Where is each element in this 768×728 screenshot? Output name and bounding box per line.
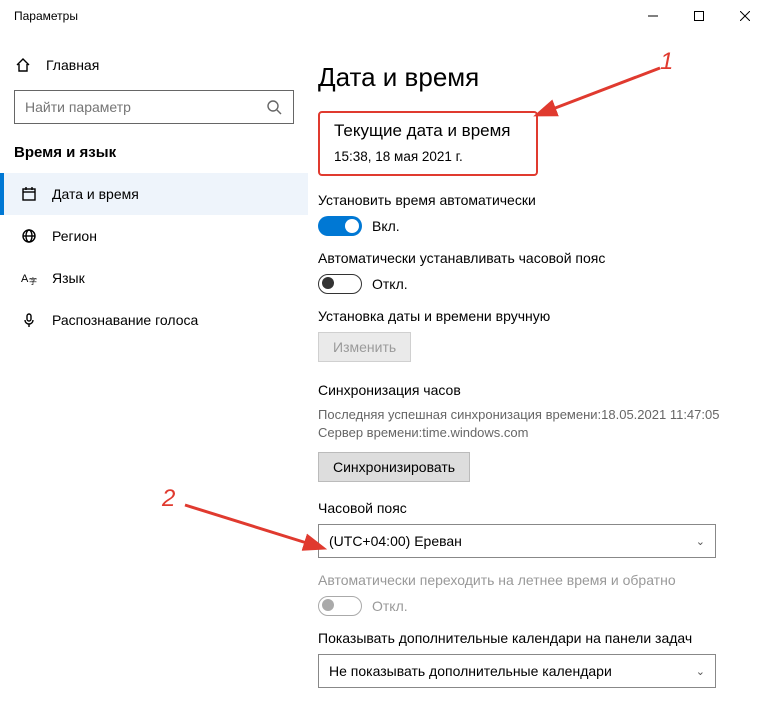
current-datetime-value: 15:38, 18 мая 2021 г. xyxy=(334,149,522,164)
sidebar-home[interactable]: Главная xyxy=(0,46,308,84)
sidebar-section-title: Время и язык xyxy=(0,138,308,173)
timezone-value: (UTC+04:00) Ереван xyxy=(329,533,462,549)
auto-time-label: Установить время автоматически xyxy=(318,192,738,208)
timezone-select[interactable]: (UTC+04:00) Ереван ⌄ xyxy=(318,524,716,558)
auto-time-block: Установить время автоматически Вкл. xyxy=(318,192,738,236)
search-input-wrap[interactable] xyxy=(14,90,294,124)
chevron-down-icon: ⌄ xyxy=(696,665,705,678)
globe-icon xyxy=(20,227,38,245)
manual-label: Установка даты и времени вручную xyxy=(318,308,738,324)
timezone-block: Часовой пояс (UTC+04:00) Ереван ⌄ xyxy=(318,500,738,558)
home-icon xyxy=(14,56,32,74)
search-icon xyxy=(265,98,283,116)
auto-tz-toggle[interactable] xyxy=(318,274,362,294)
dst-toggle xyxy=(318,596,362,616)
extra-calendars-label: Показывать дополнительные календари на п… xyxy=(318,630,738,646)
timezone-title: Часовой пояс xyxy=(318,500,738,516)
sidebar-home-label: Главная xyxy=(46,57,99,73)
extra-calendars-select[interactable]: Не показывать дополнительные календари ⌄ xyxy=(318,654,716,688)
dst-block: Автоматически переходить на летнее время… xyxy=(318,572,738,616)
window-controls xyxy=(630,0,768,32)
sidebar-item-label: Дата и время xyxy=(52,186,139,202)
extra-calendars-value: Не показывать дополнительные календари xyxy=(329,663,612,679)
svg-text:A: A xyxy=(21,273,29,285)
svg-text:字: 字 xyxy=(29,276,37,286)
auto-time-state: Вкл. xyxy=(372,218,400,234)
microphone-icon xyxy=(20,311,38,329)
auto-time-toggle[interactable] xyxy=(318,216,362,236)
sync-last: Последняя успешная синхронизация времени… xyxy=(318,406,738,424)
sidebar-item-label: Распознавание голоса xyxy=(52,312,198,328)
sync-title: Синхронизация часов xyxy=(318,382,738,398)
auto-tz-block: Автоматически устанавливать часовой пояс… xyxy=(318,250,738,294)
sidebar-item-label: Регион xyxy=(52,228,97,244)
sync-now-button[interactable]: Синхронизировать xyxy=(318,452,470,482)
window-title: Параметры xyxy=(14,9,78,23)
sidebar: Главная Время и язык Дата и время Регио xyxy=(0,32,308,728)
manual-block: Установка даты и времени вручную Изменит… xyxy=(318,308,738,362)
extra-calendars-block: Показывать дополнительные календари на п… xyxy=(318,630,738,688)
sync-server: Сервер времени:time.windows.com xyxy=(318,424,738,442)
main-panel: Дата и время Текущие дата и время 15:38,… xyxy=(308,32,768,728)
language-icon: A字 xyxy=(20,269,38,287)
sidebar-item-label: Язык xyxy=(52,270,85,286)
chevron-down-icon: ⌄ xyxy=(696,535,705,548)
calendar-icon xyxy=(20,185,38,203)
titlebar: Параметры xyxy=(0,0,768,32)
sync-block: Синхронизация часов Последняя успешная с… xyxy=(318,382,738,482)
maximize-button[interactable] xyxy=(676,0,722,32)
dst-state: Откл. xyxy=(372,598,408,614)
page-title: Дата и время xyxy=(318,62,738,93)
current-datetime-card: Текущие дата и время 15:38, 18 мая 2021 … xyxy=(318,111,538,176)
dst-label: Автоматически переходить на летнее время… xyxy=(318,572,738,588)
auto-tz-label: Автоматически устанавливать часовой пояс xyxy=(318,250,738,266)
minimize-button[interactable] xyxy=(630,0,676,32)
sidebar-item-language[interactable]: A字 Язык xyxy=(0,257,308,299)
change-datetime-button: Изменить xyxy=(318,332,411,362)
annotation-number-1: 1 xyxy=(660,48,673,76)
current-datetime-title: Текущие дата и время xyxy=(334,121,522,141)
sidebar-item-region[interactable]: Регион xyxy=(0,215,308,257)
sidebar-item-speech[interactable]: Распознавание голоса xyxy=(0,299,308,341)
sidebar-item-datetime[interactable]: Дата и время xyxy=(0,173,308,215)
annotation-number-2: 2 xyxy=(162,485,175,513)
close-button[interactable] xyxy=(722,0,768,32)
auto-tz-state: Откл. xyxy=(372,276,408,292)
search-input[interactable] xyxy=(25,99,265,115)
